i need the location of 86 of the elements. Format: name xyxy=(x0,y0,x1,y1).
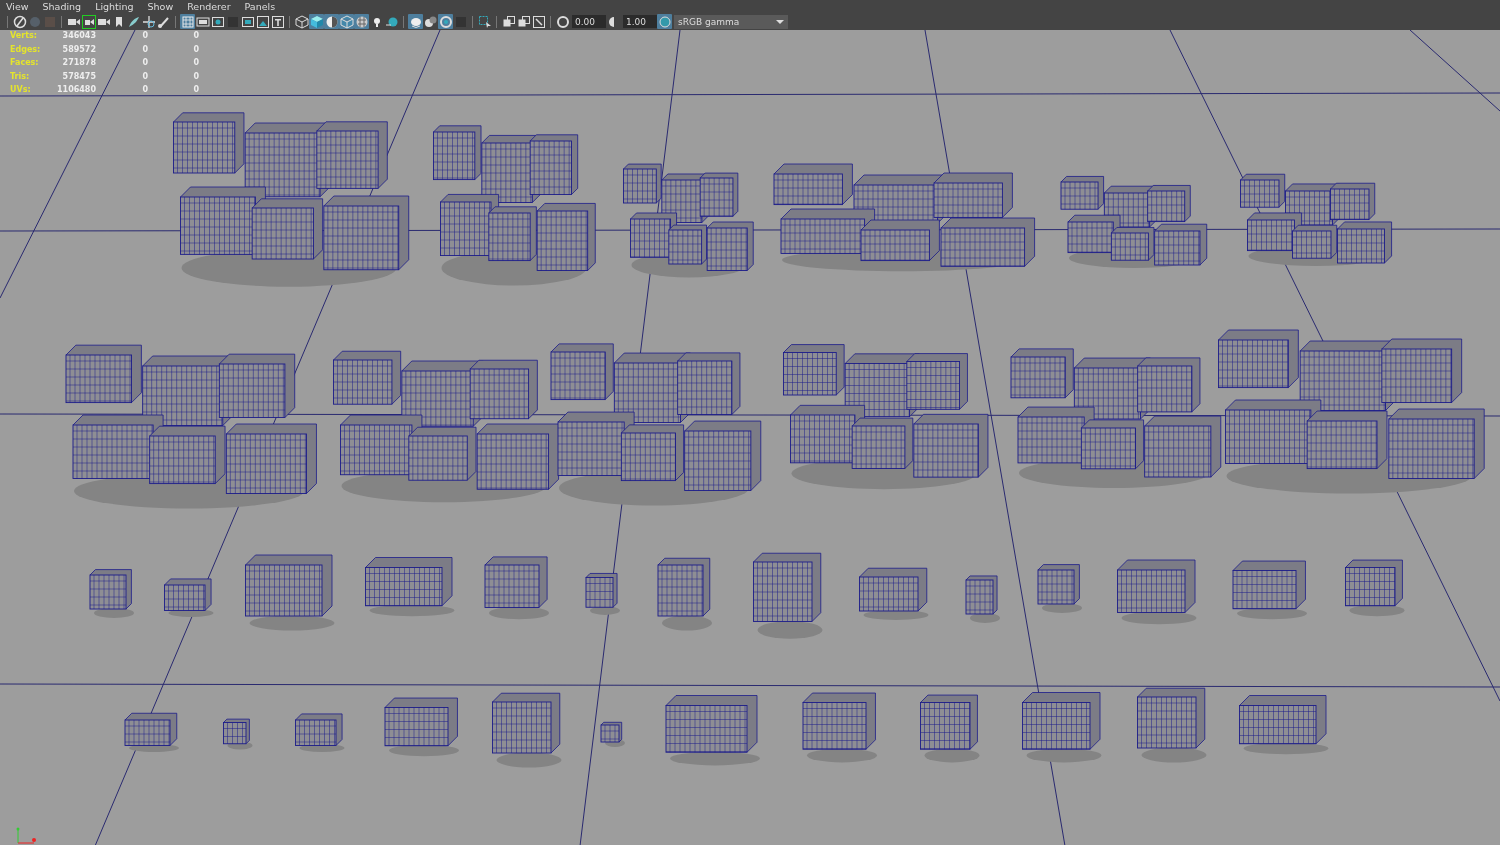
toolbar-button[interactable] xyxy=(126,14,141,29)
wire-cube-icon xyxy=(339,14,354,29)
building-wireframe-drawing xyxy=(295,713,345,752)
building-wireframe-drawing xyxy=(965,575,1000,623)
select-icon xyxy=(477,14,492,29)
checker-sphere-icon xyxy=(354,14,369,29)
building-wireframe-drawing xyxy=(89,569,134,618)
stat-value: 1106480 xyxy=(56,85,96,94)
caret-icon xyxy=(776,19,784,24)
color-management-icon xyxy=(658,15,671,28)
stat-value: 578475 xyxy=(61,71,96,81)
move-icon xyxy=(141,14,156,29)
toolbar-button[interactable] xyxy=(477,14,492,29)
stat-value: 589572 xyxy=(61,44,96,54)
grid-icon xyxy=(180,14,195,29)
building-wireframe-drawing xyxy=(124,712,179,752)
building-wireframe-drawing xyxy=(920,694,980,763)
dim-square-icon xyxy=(42,14,57,29)
stat-value: 0 xyxy=(192,58,199,67)
toolbar-button[interactable] xyxy=(501,14,516,29)
stat-value: 271878 xyxy=(61,58,96,67)
stat-value: 0 xyxy=(141,58,148,67)
menu-item[interactable]: Renderer xyxy=(187,1,245,12)
stat-value: 0 xyxy=(192,31,199,40)
toolbar-button[interactable] xyxy=(423,14,438,29)
stat-label: Verts: xyxy=(10,31,38,40)
stat-value: 0 xyxy=(192,71,199,81)
building-wireframe-drawing xyxy=(1037,564,1082,613)
stat-value: 0 xyxy=(141,85,148,94)
feather-icon xyxy=(126,14,141,29)
menu-item[interactable]: Panels xyxy=(244,1,290,12)
color-management-button[interactable] xyxy=(657,14,672,29)
dark-square-icon xyxy=(453,14,468,29)
toolbar-button[interactable] xyxy=(270,14,285,29)
building-wireframe-drawing xyxy=(585,573,620,615)
toolbar-button[interactable] xyxy=(324,14,339,29)
toolbar-button[interactable] xyxy=(255,14,270,29)
aperture-icon xyxy=(556,15,569,28)
toolbar-button[interactable] xyxy=(195,14,210,29)
building-wireframe-drawing xyxy=(1345,559,1405,617)
dark-square-icon xyxy=(225,14,240,29)
toolbar-button[interactable] xyxy=(210,14,225,29)
stat-label: Tris: xyxy=(10,71,31,81)
cube-icon xyxy=(294,14,309,29)
color-space-dropdown[interactable]: sRGB gamma xyxy=(674,14,788,29)
building-wireframe-drawing xyxy=(223,718,253,750)
building-wireframe-drawing xyxy=(859,567,929,620)
dim-circle-icon xyxy=(27,14,42,29)
menu-item[interactable]: View xyxy=(6,1,43,12)
film-icon xyxy=(195,14,210,29)
building-wireframe-drawing xyxy=(164,578,214,617)
circle-slash-icon xyxy=(12,14,27,29)
stat-value: 0 xyxy=(192,85,199,94)
spheres-icon xyxy=(423,14,438,29)
aperture-button[interactable] xyxy=(555,14,570,29)
stat-label: UVs: xyxy=(10,85,32,94)
stat-label: Faces: xyxy=(10,58,40,67)
toolbar-button[interactable] xyxy=(531,14,546,29)
toolbar-button[interactable] xyxy=(516,14,531,29)
menu-item[interactable]: Shading xyxy=(42,1,96,12)
menu-item[interactable]: Lighting xyxy=(95,1,148,12)
stat-label: Edges: xyxy=(10,44,42,54)
copy-icon xyxy=(501,14,516,29)
stat-value: 0 xyxy=(141,31,148,40)
ring-icon xyxy=(438,14,453,29)
gamma-field[interactable]: 1.00 xyxy=(623,15,657,28)
axis-gizmo-icon xyxy=(14,827,38,845)
menu-item[interactable]: Show xyxy=(147,1,188,12)
stat-value: 346043 xyxy=(61,31,96,40)
resize-icon xyxy=(531,14,546,29)
building-wireframe-drawing xyxy=(484,556,549,620)
copy-icon xyxy=(516,14,531,29)
toolbar-button[interactable] xyxy=(141,14,156,29)
stat-value: 0 xyxy=(141,71,148,81)
toolbar-button[interactable] xyxy=(294,14,309,29)
shaded-cube-icon xyxy=(309,14,324,29)
text-icon xyxy=(270,14,285,29)
image-icon xyxy=(255,14,270,29)
building-wireframe-drawing xyxy=(600,721,625,747)
stat-value: 0 xyxy=(192,44,199,54)
toolbar-button[interactable] xyxy=(240,14,255,29)
toolbar-button[interactable] xyxy=(12,14,27,29)
exposure-field[interactable]: 0.00 xyxy=(572,15,606,28)
frames-icon xyxy=(240,14,255,29)
half-sphere-icon xyxy=(324,14,339,29)
stat-value: 0 xyxy=(141,44,148,54)
